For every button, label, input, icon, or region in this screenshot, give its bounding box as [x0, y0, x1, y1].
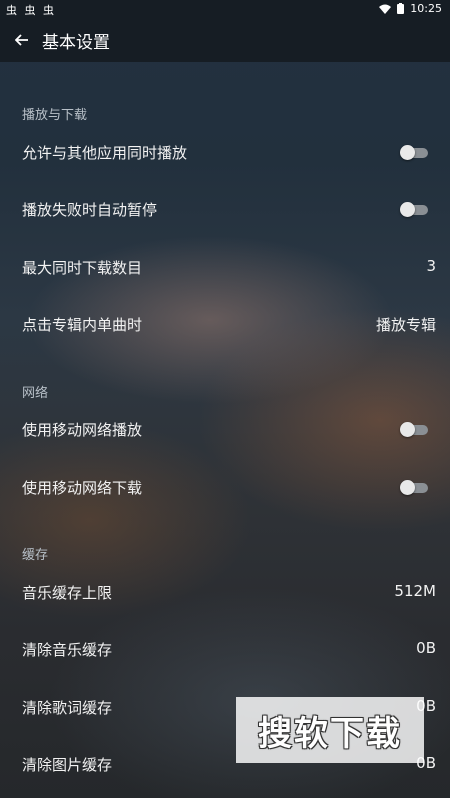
- setting-row-max-downloads[interactable]: 最大同时下载数目 3: [0, 247, 450, 287]
- toggle-switch[interactable]: [400, 480, 428, 495]
- section-title-cache: 缓存: [22, 548, 49, 563]
- setting-value: 3: [426, 257, 436, 275]
- section-title-network: 网络: [22, 386, 49, 401]
- section-title-playback: 播放与下载: [22, 108, 88, 123]
- arrow-left-icon: [14, 33, 28, 46]
- setting-row-pause-on-failure[interactable]: 播放失败时自动暂停: [0, 189, 450, 229]
- watermark-text: 搜软下载: [258, 713, 402, 754]
- back-button[interactable]: [2, 30, 42, 51]
- setting-value: 播放专辑: [375, 316, 436, 334]
- setting-row-clear-music-cache[interactable]: 清除音乐缓存 0B: [0, 629, 450, 669]
- wifi-icon: [379, 4, 392, 14]
- status-time: 10:25: [410, 2, 442, 15]
- setting-label: 播放失败时自动暂停: [22, 201, 158, 219]
- setting-value: 512M: [394, 582, 436, 600]
- setting-row-allow-concurrent-playback[interactable]: 允许与其他应用同时播放: [0, 132, 450, 172]
- battery-icon: [397, 3, 405, 14]
- setting-label: 允许与其他应用同时播放: [22, 144, 188, 162]
- setting-label: 最大同时下载数目: [22, 259, 143, 277]
- setting-row-mobile-playback[interactable]: 使用移动网络播放: [0, 409, 450, 449]
- setting-label: 音乐缓存上限: [22, 584, 113, 602]
- status-bar: 虫 虫 虫 10:25: [0, 0, 450, 18]
- setting-label: 清除音乐缓存: [22, 641, 113, 659]
- setting-row-mobile-download[interactable]: 使用移动网络下载: [0, 467, 450, 507]
- setting-value: 0B: [416, 639, 436, 657]
- setting-row-music-cache-limit[interactable]: 音乐缓存上限 512M: [0, 572, 450, 612]
- setting-label: 使用移动网络下载: [22, 479, 143, 497]
- setting-row-album-track-click[interactable]: 点击专辑内单曲时 播放专辑: [0, 304, 450, 344]
- page-title: 基本设置: [42, 32, 110, 53]
- setting-label: 使用移动网络播放: [22, 421, 143, 439]
- setting-label: 清除歌词缓存: [22, 699, 113, 717]
- toggle-switch[interactable]: [400, 145, 428, 160]
- setting-label: 点击专辑内单曲时: [22, 316, 143, 334]
- watermark: 搜软下载: [236, 697, 424, 763]
- notification-icons: 虫 虫 虫: [6, 4, 56, 17]
- toggle-switch[interactable]: [400, 422, 428, 437]
- app-bar: 基本设置: [0, 18, 450, 62]
- setting-label: 清除图片缓存: [22, 756, 113, 774]
- toggle-switch[interactable]: [400, 202, 428, 217]
